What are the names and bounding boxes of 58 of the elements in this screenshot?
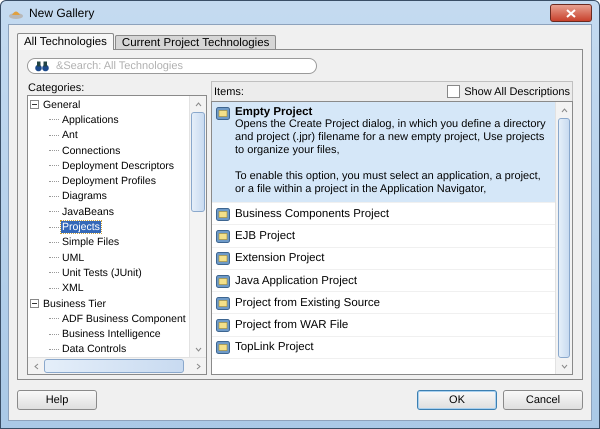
folder-icon [216,319,230,332]
item-title: Empty Project [235,106,314,118]
tree-item[interactable]: JavaBeans [61,206,115,218]
items-label: Items: [214,86,244,98]
folder-icon [216,107,230,120]
tab[interactable]: All Technologies [17,33,114,50]
tree-item[interactable]: Data Controls [61,343,128,356]
tree-item[interactable]: Unit Tests (JUnit) [61,266,143,279]
item-title: TopLink Project [235,341,314,354]
help-button[interactable]: Help [17,390,97,410]
item-title: Project from WAR File [235,319,348,332]
binoculars-icon [35,61,49,72]
minus-icon [32,301,37,306]
item-title: Project from Existing Source [235,296,380,309]
folder-icon [216,341,230,354]
collapse-toggle[interactable] [30,299,39,308]
tree-item[interactable]: Deployment Profiles [61,175,157,188]
checkbox-label[interactable]: Show All Descriptions [464,86,570,98]
cancel-button[interactable]: Cancel [503,390,583,410]
search-field[interactable]: &Search: All Technologies [27,58,317,74]
minus-icon [32,102,37,108]
item-description: Opens the Create Project dialog, in which you define a directory and project (.jpr) filename for a new empty project, Use projects to organize your files, [235,118,547,157]
tree-item[interactable]: Projects [61,221,101,234]
tree-item[interactable]: Business Tier [42,298,108,310]
gallery-item[interactable] [212,102,555,203]
folder-icon [216,252,230,266]
categories-label: Categories: [28,82,84,94]
item-title: Java Application Project [235,274,358,287]
tree-item[interactable]: Simple Files [61,236,120,248]
tree-item[interactable]: Deployment Descriptors [61,160,176,172]
gallery-item[interactable]: Extension Project [212,248,555,270]
vertical-scrollbar[interactable] [555,102,572,374]
folder-icon [216,296,230,310]
item-description: To enable this option, you must select an application, a project, or a file within a project in the Application Navigator, [235,170,542,196]
close-icon [566,8,576,18]
item-title: Extension Project [235,252,324,264]
tree-item[interactable]: Connections [61,144,122,157]
tree-item[interactable]: UML [61,252,86,264]
tree-item[interactable]: Diagrams [61,190,108,202]
folder-icon [216,274,230,288]
tree-item[interactable]: Ant [61,129,79,142]
tree-item[interactable]: Applications [61,114,120,126]
tree-item[interactable]: General [42,98,82,111]
tree-item[interactable]: ADF Business Component [61,312,187,325]
vertical-scrollbar[interactable] [189,96,206,357]
folder-icon [216,230,230,243]
folder-icon [216,208,230,221]
close-button[interactable] [550,4,592,22]
ok-button[interactable]: OK [417,390,497,410]
tree-item[interactable]: Business Intelligence [61,328,162,340]
item-title: Business Components Project [235,208,390,220]
item-title: EJB Project [235,230,296,242]
tree-item[interactable]: XML [61,282,85,294]
window-title: New Gallery [29,6,94,20]
horizontal-scrollbar[interactable] [28,357,206,374]
tab[interactable]: Current Project Technologies [114,35,276,50]
checkbox[interactable] [447,85,460,98]
collapse-toggle[interactable] [30,100,39,110]
